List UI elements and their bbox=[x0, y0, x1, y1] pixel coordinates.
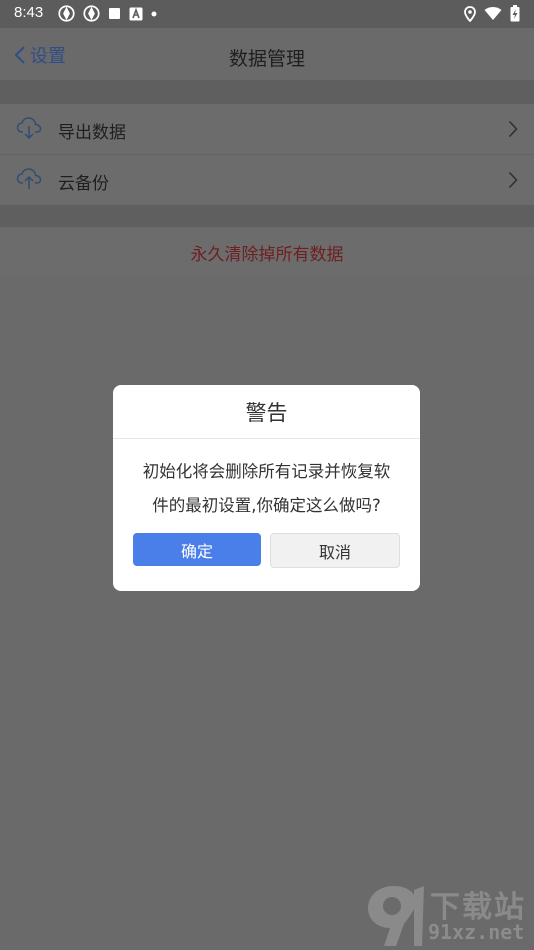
status-time: 8:43 bbox=[14, 4, 44, 21]
list-item-label: 导出数据 bbox=[58, 123, 126, 143]
clear-all-data-label: 永久清除掉所有数据 bbox=[190, 244, 344, 265]
settings-list: 导出数据 云备份 bbox=[0, 104, 534, 205]
section-spacer bbox=[0, 80, 534, 104]
page-title: 数据管理 bbox=[228, 48, 305, 70]
text-a-icon bbox=[129, 7, 143, 20]
list-item-export[interactable]: 导出数据 bbox=[0, 104, 534, 154]
dialog-message-line: 件的最初设置,你确定这么做吗? bbox=[152, 496, 381, 515]
list-item-label: 云备份 bbox=[58, 174, 109, 194]
confirm-button[interactable]: 确定 bbox=[133, 533, 261, 566]
chevron-right-icon bbox=[508, 120, 518, 138]
dot-icon bbox=[151, 11, 157, 16]
aperture-icon bbox=[83, 5, 100, 22]
section-spacer bbox=[0, 205, 534, 227]
cancel-button[interactable]: 取消 bbox=[270, 533, 400, 568]
status-bar: 8:43 bbox=[0, 0, 534, 28]
wifi-icon bbox=[484, 7, 502, 20]
dialog-buttons: 确定 取消 bbox=[133, 533, 400, 568]
location-icon bbox=[464, 5, 476, 22]
battery-charging-icon bbox=[510, 5, 520, 22]
watermark-logo bbox=[368, 886, 424, 946]
dialog-title: 警告 bbox=[113, 385, 420, 439]
aperture-icon bbox=[58, 5, 75, 22]
cloud-download-icon bbox=[16, 117, 42, 140]
warning-dialog: 警告 初始化将会删除所有记录并恢复软 件的最初设置,你确定这么做吗? 确定 取消 bbox=[113, 385, 420, 591]
square-icon bbox=[109, 8, 120, 19]
status-icons-right bbox=[464, 5, 520, 22]
clear-all-data-button[interactable]: 永久清除掉所有数据 bbox=[0, 227, 534, 277]
watermark-url: 91xz.net bbox=[428, 920, 525, 944]
nav-bar: 设置 数据管理 bbox=[0, 28, 534, 80]
dialog-message: 初始化将会删除所有记录并恢复软 件的最初设置,你确定这么做吗? bbox=[113, 439, 420, 523]
dialog-message-line: 初始化将会删除所有记录并恢复软 bbox=[142, 462, 391, 481]
status-icons-left bbox=[58, 5, 157, 22]
chevron-right-icon bbox=[508, 171, 518, 189]
watermark: 下载站 91xz.net bbox=[364, 880, 534, 950]
cloud-upload-icon bbox=[16, 168, 42, 189]
list-item-cloud-backup[interactable]: 云备份 bbox=[0, 154, 534, 205]
